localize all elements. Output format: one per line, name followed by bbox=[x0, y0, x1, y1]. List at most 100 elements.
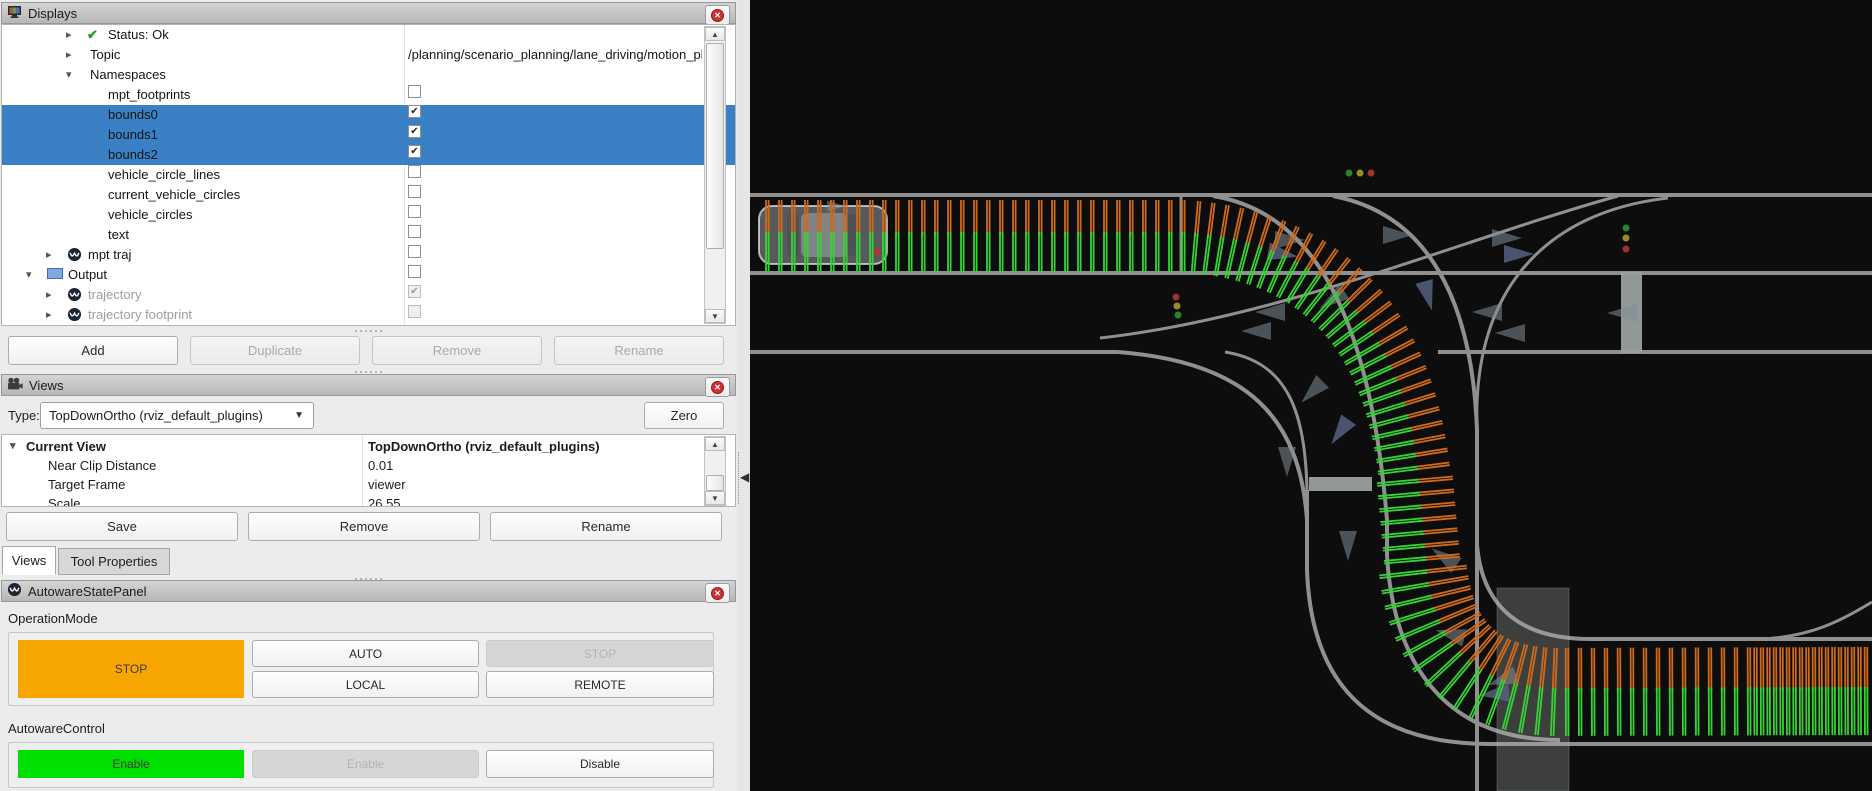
autoware-icon bbox=[7, 582, 22, 600]
close-icon: ✕ bbox=[711, 587, 724, 600]
expand-icon[interactable]: ▸ bbox=[66, 25, 72, 45]
view-type-combobox[interactable]: TopDownOrtho (rviz_default_plugins) ▼ bbox=[40, 402, 314, 429]
property-row-scale[interactable]: Scale26.55 bbox=[2, 494, 735, 507]
expand-icon[interactable]: ▸ bbox=[46, 245, 52, 265]
tree-row-current-vehicle-circles[interactable]: current_vehicle_circles bbox=[2, 185, 735, 205]
property-value[interactable]: 0.01 bbox=[368, 456, 393, 475]
camera-icon bbox=[7, 377, 23, 394]
property-value[interactable]: TopDownOrtho (rviz_default_plugins) bbox=[368, 437, 600, 456]
scroll-down-icon[interactable]: ▼ bbox=[705, 491, 725, 505]
tree-row-trajectory[interactable]: ▸ trajectory ✔ bbox=[2, 285, 735, 305]
row-checkbox[interactable] bbox=[408, 245, 421, 258]
tree-row-value: /planning/scenario_planning/lane_driving… bbox=[408, 45, 702, 65]
tree-row-trajectory-footprint[interactable]: ▸ trajectory footprint bbox=[2, 305, 735, 325]
tree-row-vehicle-circles[interactable]: vehicle_circles bbox=[2, 205, 735, 225]
tab-views[interactable]: Views bbox=[2, 546, 56, 575]
autoware-control-label: AutowareControl bbox=[8, 721, 105, 736]
property-value[interactable]: 26.55 bbox=[368, 494, 401, 507]
disable-button[interactable]: Disable bbox=[486, 750, 714, 778]
tree-row-bounds1[interactable]: bounds1 ✔ bbox=[2, 125, 735, 145]
add-button[interactable]: Add bbox=[8, 336, 178, 365]
property-row-near-clip-distance[interactable]: Near Clip Distance 0.01 bbox=[2, 456, 735, 475]
row-checkbox[interactable]: ✔ bbox=[408, 145, 421, 158]
remote-button[interactable]: REMOTE bbox=[486, 671, 714, 698]
tab-tool-properties[interactable]: Tool Properties bbox=[58, 548, 170, 575]
views-close-button[interactable]: ✕ bbox=[705, 377, 730, 397]
property-row-current-view[interactable]: ▾Current ViewTopDownOrtho (rviz_default_… bbox=[2, 437, 735, 456]
row-checkbox: ✔ bbox=[408, 285, 421, 298]
tree-row-label: trajectory footprint bbox=[88, 305, 192, 325]
duplicate-button: Duplicate bbox=[190, 336, 360, 365]
scroll-down-icon[interactable]: ▼ bbox=[705, 309, 725, 323]
tree-row-vehicle-circle-lines[interactable]: vehicle_circle_lines bbox=[2, 165, 735, 185]
autoware-close-button[interactable]: ✕ bbox=[705, 583, 730, 603]
panel-collapse-handle[interactable]: ◀ bbox=[737, 452, 750, 504]
enable-button: Enable bbox=[252, 750, 479, 778]
autoware-icon bbox=[67, 245, 82, 266]
displays-tree[interactable]: ▸✔Status: Ok▸Topic/planning/scenario_pla… bbox=[1, 24, 736, 326]
property-label: Near Clip Distance bbox=[48, 456, 156, 475]
zero-button[interactable]: Zero bbox=[644, 402, 724, 429]
scroll-up-icon[interactable]: ▲ bbox=[705, 27, 725, 41]
tree-row-namespaces[interactable]: ▾Namespaces bbox=[2, 65, 735, 85]
expand-icon[interactable]: ▸ bbox=[46, 305, 52, 325]
autoware-icon bbox=[67, 305, 82, 326]
splitter-handle[interactable] bbox=[0, 328, 737, 333]
collapse-icon[interactable]: ▾ bbox=[26, 265, 32, 285]
view-type-value: TopDownOrtho (rviz_default_plugins) bbox=[49, 408, 263, 423]
stop-button: STOP bbox=[486, 640, 714, 667]
left-panel-column: Displays ✕ ▸✔Status: Ok▸Topic/planning/s… bbox=[0, 0, 750, 791]
views-props-scrollbar[interactable]: ▲ ▼ bbox=[704, 436, 726, 506]
current-view-properties[interactable]: ▾Current ViewTopDownOrtho (rviz_default_… bbox=[1, 434, 736, 507]
auto-button[interactable]: AUTO bbox=[252, 640, 479, 667]
property-value[interactable]: viewer bbox=[368, 475, 406, 494]
tree-row-mpt-footprints[interactable]: mpt_footprints bbox=[2, 85, 735, 105]
row-checkbox[interactable]: ✔ bbox=[408, 105, 421, 118]
tree-row-output[interactable]: ▾ Output bbox=[2, 265, 735, 285]
property-row-target-frame[interactable]: Target Frameviewer bbox=[2, 475, 735, 494]
row-checkbox[interactable]: ✔ bbox=[408, 125, 421, 138]
autoware-panel-title: AutowareStatePanel bbox=[28, 584, 147, 599]
tree-row-topic[interactable]: ▸Topic/planning/scenario_planning/lane_d… bbox=[2, 45, 735, 65]
displays-close-button[interactable]: ✕ bbox=[705, 5, 730, 25]
row-checkbox[interactable] bbox=[408, 165, 421, 178]
tree-row-label: bounds1 bbox=[108, 125, 158, 145]
expand-icon[interactable]: ▸ bbox=[46, 285, 52, 305]
row-checkbox[interactable] bbox=[408, 185, 421, 198]
tree-row-label: trajectory bbox=[88, 285, 141, 305]
views-panel-title: Views bbox=[29, 378, 63, 393]
scrollbar-thumb[interactable] bbox=[706, 43, 724, 249]
save-button[interactable]: Save bbox=[6, 512, 238, 541]
row-checkbox[interactable] bbox=[408, 205, 421, 218]
row-checkbox[interactable] bbox=[408, 225, 421, 238]
expand-icon[interactable]: ▸ bbox=[66, 45, 72, 65]
close-icon: ✕ bbox=[711, 9, 724, 22]
tree-row-bounds0[interactable]: bounds0 ✔ bbox=[2, 105, 735, 125]
view-type-label: Type: bbox=[8, 408, 40, 423]
tree-row-label: current_vehicle_circles bbox=[108, 185, 240, 205]
tree-row-mpt-traj[interactable]: ▸mpt traj bbox=[2, 245, 735, 265]
tree-row-label: bounds2 bbox=[108, 145, 158, 165]
tree-row-status-ok[interactable]: ▸✔Status: Ok bbox=[2, 25, 735, 45]
tree-row-label: mpt_footprints bbox=[108, 85, 190, 105]
row-checkbox[interactable] bbox=[408, 265, 421, 278]
collapse-icon[interactable]: ▾ bbox=[66, 65, 72, 85]
collapse-icon[interactable]: ▾ bbox=[10, 437, 16, 456]
tree-row-label: bounds0 bbox=[108, 105, 158, 125]
tree-row-label: Output bbox=[68, 265, 107, 285]
scrollbar-thumb[interactable] bbox=[706, 475, 724, 491]
autoware-icon bbox=[67, 285, 82, 306]
rename-button[interactable]: Rename bbox=[490, 512, 722, 541]
displays-panel-header: Displays ✕ bbox=[1, 2, 736, 24]
tree-row-bounds2[interactable]: bounds2 ✔ bbox=[2, 145, 735, 165]
displays-tree-scrollbar[interactable]: ▲ ▼ bbox=[704, 26, 726, 324]
row-checkbox[interactable] bbox=[408, 85, 421, 98]
rename-button: Rename bbox=[554, 336, 724, 365]
tree-row-label: vehicle_circle_lines bbox=[108, 165, 220, 185]
3d-view[interactable] bbox=[750, 0, 1872, 791]
scroll-up-icon[interactable]: ▲ bbox=[705, 437, 725, 451]
tree-row-text[interactable]: text bbox=[2, 225, 735, 245]
local-button[interactable]: LOCAL bbox=[252, 671, 479, 698]
chevron-down-icon: ▼ bbox=[294, 410, 304, 421]
remove-button[interactable]: Remove bbox=[248, 512, 480, 541]
